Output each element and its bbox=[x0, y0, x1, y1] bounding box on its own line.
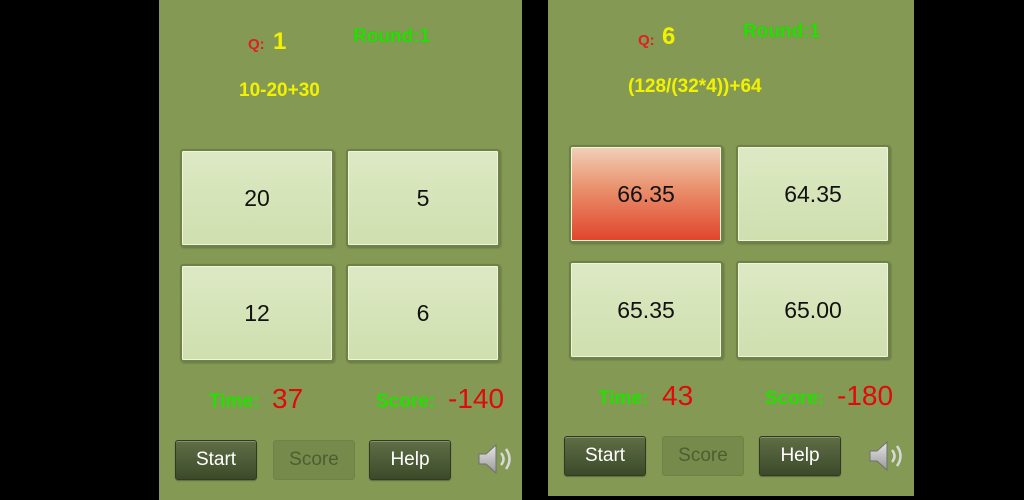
answer-button-4[interactable]: 6 bbox=[346, 264, 500, 362]
speaker-icon[interactable] bbox=[477, 442, 517, 476]
score-label: Score: bbox=[765, 388, 825, 409]
time-label: Time: bbox=[598, 388, 649, 409]
question-label: Q: bbox=[638, 32, 655, 49]
answer-button-4[interactable]: 65.00 bbox=[736, 261, 890, 359]
score-button[interactable]: Score bbox=[662, 436, 744, 476]
help-button[interactable]: Help bbox=[369, 440, 451, 480]
answer-button-1[interactable]: 20 bbox=[180, 149, 334, 247]
question-number: 6 bbox=[662, 23, 676, 50]
answer-button-1-wrong[interactable]: 66.35 bbox=[569, 145, 723, 243]
answer-button-3[interactable]: 65.35 bbox=[569, 261, 723, 359]
speaker-icon[interactable] bbox=[868, 439, 908, 473]
start-button[interactable]: Start bbox=[175, 440, 257, 480]
score-label: Score: bbox=[376, 391, 436, 412]
game-screen-right: Q: 6 Round:1 (128/(32*4))+64 66.35 64.35… bbox=[548, 0, 914, 496]
score-value: -180 bbox=[837, 380, 894, 411]
math-expression: (128/(32*4))+64 bbox=[628, 76, 762, 97]
answer-button-2[interactable]: 64.35 bbox=[736, 145, 890, 243]
answer-button-2[interactable]: 5 bbox=[346, 149, 500, 247]
round-indicator: Round:1 bbox=[743, 21, 821, 42]
start-button[interactable]: Start bbox=[564, 436, 646, 476]
answer-button-3[interactable]: 12 bbox=[180, 264, 334, 362]
score-value: -140 bbox=[448, 383, 505, 414]
time-value: 37 bbox=[272, 383, 304, 414]
time-label: Time: bbox=[209, 391, 260, 412]
question-number: 1 bbox=[273, 28, 287, 55]
question-label: Q: bbox=[248, 36, 265, 53]
help-button[interactable]: Help bbox=[759, 436, 841, 476]
game-screen-left: Q: 1 Round:1 10-20+30 20 5 12 6 Time: 37… bbox=[159, 0, 522, 500]
round-indicator: Round:1 bbox=[353, 26, 431, 47]
time-value: 43 bbox=[662, 380, 694, 411]
math-expression: 10-20+30 bbox=[239, 80, 320, 101]
score-button[interactable]: Score bbox=[273, 440, 355, 480]
